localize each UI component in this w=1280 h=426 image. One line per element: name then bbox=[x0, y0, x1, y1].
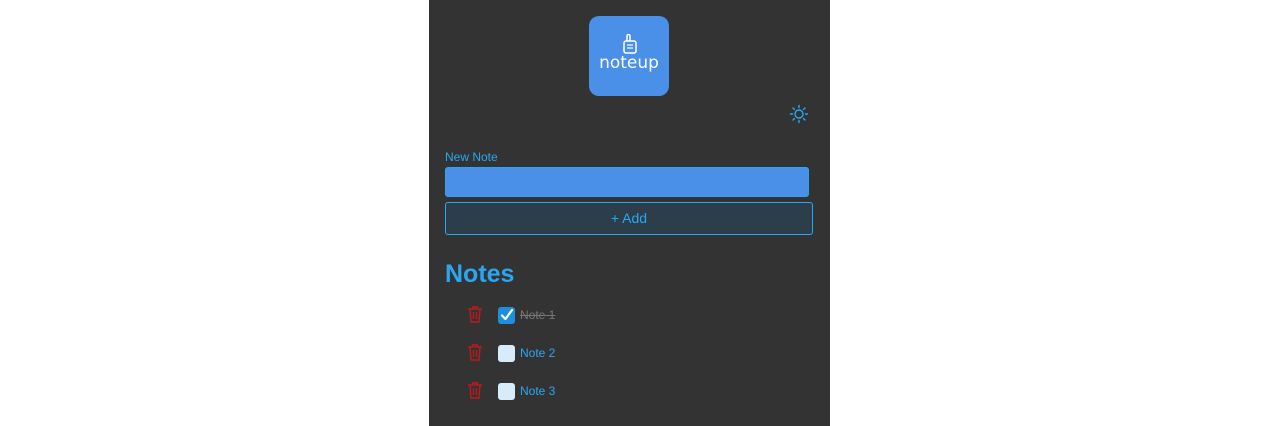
note-label: Note 1 bbox=[520, 308, 556, 322]
logo-text: noteup bbox=[599, 53, 659, 73]
trash-icon[interactable] bbox=[467, 343, 483, 361]
sun-icon[interactable] bbox=[789, 104, 809, 124]
new-note-label: New Note bbox=[445, 150, 498, 164]
note-item: Note 1 bbox=[467, 305, 767, 327]
note-checkbox[interactable] bbox=[498, 345, 515, 362]
note-checkbox[interactable] bbox=[498, 383, 515, 400]
note-label: Note 3 bbox=[520, 384, 556, 398]
app-panel: noteup New Note + Add Notes Note 1 Note … bbox=[429, 0, 830, 426]
trash-icon[interactable] bbox=[467, 381, 483, 399]
note-item: Note 2 bbox=[467, 343, 767, 365]
app-logo: noteup bbox=[589, 16, 669, 96]
new-note-input[interactable] bbox=[445, 167, 809, 197]
notes-heading: Notes bbox=[445, 260, 515, 288]
note-label: Note 2 bbox=[520, 346, 556, 360]
trash-icon[interactable] bbox=[467, 305, 483, 323]
note-checkbox[interactable] bbox=[498, 307, 515, 324]
check-icon bbox=[500, 308, 514, 321]
note-item: Note 3 bbox=[467, 381, 767, 403]
add-button[interactable]: + Add bbox=[445, 202, 813, 235]
